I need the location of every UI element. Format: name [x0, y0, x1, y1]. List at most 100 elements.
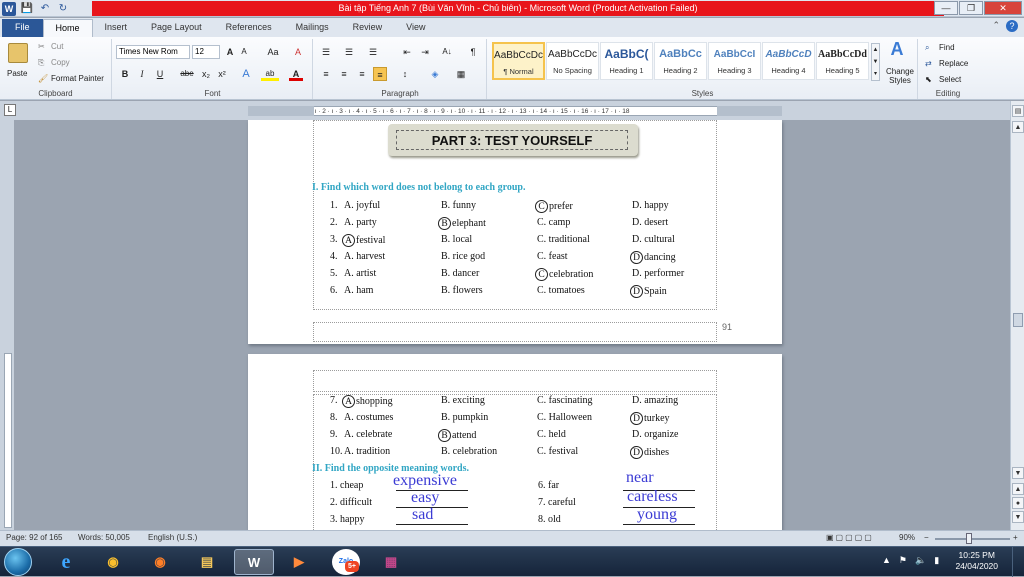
font-color-icon[interactable]: A	[289, 67, 303, 81]
tab-review[interactable]: Review	[341, 19, 395, 37]
format-painter-button[interactable]: Format Painter	[51, 74, 104, 83]
chrome-icon[interactable]: ◉	[95, 549, 131, 575]
show-desktop-button[interactable]	[1012, 547, 1024, 577]
file-explorer-icon[interactable]: ▤	[189, 549, 225, 575]
help-icon[interactable]: ?	[1006, 20, 1018, 32]
replace-button[interactable]: Replace	[939, 59, 968, 68]
undo-icon[interactable]: ↶	[38, 2, 52, 16]
internet-explorer-icon[interactable]: e	[48, 549, 84, 575]
tab-mailings[interactable]: Mailings	[284, 19, 341, 37]
zoom-level[interactable]: 90%	[899, 533, 915, 542]
clock[interactable]: 10:25 PM 24/04/2020	[955, 550, 998, 572]
previous-page-button[interactable]: ▲	[1012, 483, 1024, 495]
clear-formatting-icon[interactable]: A	[291, 45, 305, 59]
shrink-font-icon[interactable]: A	[237, 45, 251, 59]
line-spacing-icon[interactable]: ↕	[398, 67, 412, 81]
paste-icon[interactable]	[8, 43, 28, 63]
change-styles-icon[interactable]: A	[890, 40, 904, 58]
tab-file[interactable]: File	[2, 19, 43, 37]
find-icon[interactable]: ⌕	[925, 43, 929, 53]
highlight-icon[interactable]: ab	[261, 67, 279, 81]
next-page-button[interactable]: ▼	[1012, 511, 1024, 523]
style-heading-1[interactable]: AaBbC( Heading 1	[600, 42, 653, 80]
italic-button[interactable]: I	[135, 67, 149, 81]
styles-scroll-icon[interactable]: ▲ ▼ ▾	[871, 43, 880, 81]
tab-insert[interactable]: Insert	[93, 19, 140, 37]
word-count[interactable]: Words: 50,005	[78, 533, 130, 542]
zoom-in-button[interactable]: +	[1013, 533, 1018, 542]
paste-button[interactable]: Paste	[7, 69, 27, 78]
view-buttons[interactable]: ▣▢▢▢▢	[826, 533, 886, 542]
change-styles-button[interactable]: Change Styles	[884, 67, 916, 85]
redo-icon[interactable]: ↻	[56, 2, 70, 16]
minimize-button[interactable]: —	[934, 1, 958, 15]
strikethrough-button[interactable]: abe	[177, 67, 197, 81]
close-button[interactable]: ✕	[984, 1, 1022, 15]
action-center-flag-icon[interactable]: ⚑	[899, 555, 907, 566]
tab-references[interactable]: References	[214, 19, 284, 37]
borders-icon[interactable]: ▦	[454, 67, 468, 81]
find-button[interactable]: Find	[939, 43, 955, 52]
vertical-scrollbar[interactable]: ▤ ▲ ▼ ▲ ● ▼	[1010, 101, 1024, 530]
firefox-icon[interactable]: ◉	[142, 549, 178, 575]
underline-button[interactable]: U	[153, 67, 167, 81]
replace-icon[interactable]: ⇄	[925, 59, 932, 68]
sort-icon[interactable]: A↓	[440, 45, 454, 59]
tab-page-layout[interactable]: Page Layout	[139, 19, 214, 37]
volume-icon[interactable]: 🔈	[915, 555, 926, 566]
grow-font-icon[interactable]: A	[223, 45, 237, 59]
font-family-dropdown[interactable]: Times New Rom	[116, 45, 190, 59]
justify-icon[interactable]: ≡	[373, 67, 387, 81]
tab-home[interactable]: Home	[42, 19, 93, 37]
align-center-icon[interactable]: ≡	[337, 67, 351, 81]
scroll-thumb[interactable]	[1013, 313, 1023, 327]
decrease-indent-icon[interactable]: ⇤	[400, 45, 414, 59]
scroll-up-button[interactable]: ▲	[1012, 121, 1024, 133]
tab-view[interactable]: View	[394, 19, 437, 37]
network-signal-icon[interactable]: ▮	[934, 555, 939, 566]
select-icon[interactable]: ⬉	[925, 75, 932, 84]
style-heading-2[interactable]: AaBbCc Heading 2	[654, 42, 707, 80]
style-heading-5[interactable]: AaBbCcDd Heading 5	[816, 42, 869, 80]
bullets-icon[interactable]: ☰	[319, 45, 333, 59]
align-right-icon[interactable]: ≡	[355, 67, 369, 81]
tab-selector[interactable]: L	[4, 104, 16, 116]
style-heading-3[interactable]: AaBbCcI Heading 3	[708, 42, 761, 80]
style-heading-4[interactable]: AaBbCcD Heading 4	[762, 42, 815, 80]
shading-icon[interactable]: ◈	[428, 67, 442, 81]
copy-icon[interactable]: ⎘	[38, 58, 44, 68]
media-player-icon[interactable]: ▶	[281, 549, 317, 575]
winrar-icon[interactable]: ▦	[373, 549, 409, 575]
word-logo-icon[interactable]: W	[2, 1, 16, 16]
font-size-dropdown[interactable]: 12	[192, 45, 220, 59]
horizontal-ruler[interactable]: L · 2 · ı · 1 · ı · ▽ · ı · 1 · ı · 2 · …	[0, 101, 1024, 120]
page-91[interactable]: PART 3: TEST YOURSELF I. Find which word…	[248, 120, 782, 344]
multilevel-list-icon[interactable]: ☰	[366, 45, 380, 59]
align-left-icon[interactable]: ≡	[319, 67, 333, 81]
select-browse-object-button[interactable]: ●	[1012, 497, 1024, 509]
select-button[interactable]: Select	[939, 75, 961, 84]
language-indicator[interactable]: English (U.S.)	[148, 533, 197, 542]
save-icon[interactable]: 💾	[20, 2, 34, 16]
document-area[interactable]: PART 3: TEST YOURSELF I. Find which word…	[14, 120, 1010, 530]
ruler-toggle-icon[interactable]: ▤	[1012, 105, 1024, 117]
zoom-out-button[interactable]: −	[924, 533, 929, 542]
format-painter-icon[interactable]: 🖌	[38, 74, 48, 83]
show-hide-pilcrow-icon[interactable]: ¶	[466, 45, 480, 59]
zoom-slider[interactable]	[935, 538, 1010, 540]
cut-button[interactable]: Cut	[51, 42, 63, 51]
increase-indent-icon[interactable]: ⇥	[418, 45, 432, 59]
zoom-slider-knob[interactable]	[966, 533, 972, 544]
superscript-button[interactable]: x²	[215, 67, 229, 81]
style-no-spacing[interactable]: AaBbCcDc No Spacing	[546, 42, 599, 80]
minimize-ribbon-icon[interactable]: ⌃	[992, 20, 1000, 32]
scroll-down-button[interactable]: ▼	[1012, 467, 1024, 479]
vertical-ruler[interactable]	[0, 120, 14, 530]
text-effects-icon[interactable]: A	[239, 67, 253, 81]
ruler-scale[interactable]: · 2 · ı · 1 · ı · ▽ · ı · 1 · ı · 2 · ı …	[248, 106, 782, 116]
style-normal[interactable]: AaBbCcDc ¶ Normal	[492, 42, 545, 80]
bold-button[interactable]: B	[118, 67, 132, 81]
restore-button[interactable]: ❐	[959, 1, 983, 15]
page-92[interactable]: 7. Ashopping B. exciting C. fascinating …	[248, 354, 782, 530]
change-case-icon[interactable]: Aa	[263, 45, 283, 59]
